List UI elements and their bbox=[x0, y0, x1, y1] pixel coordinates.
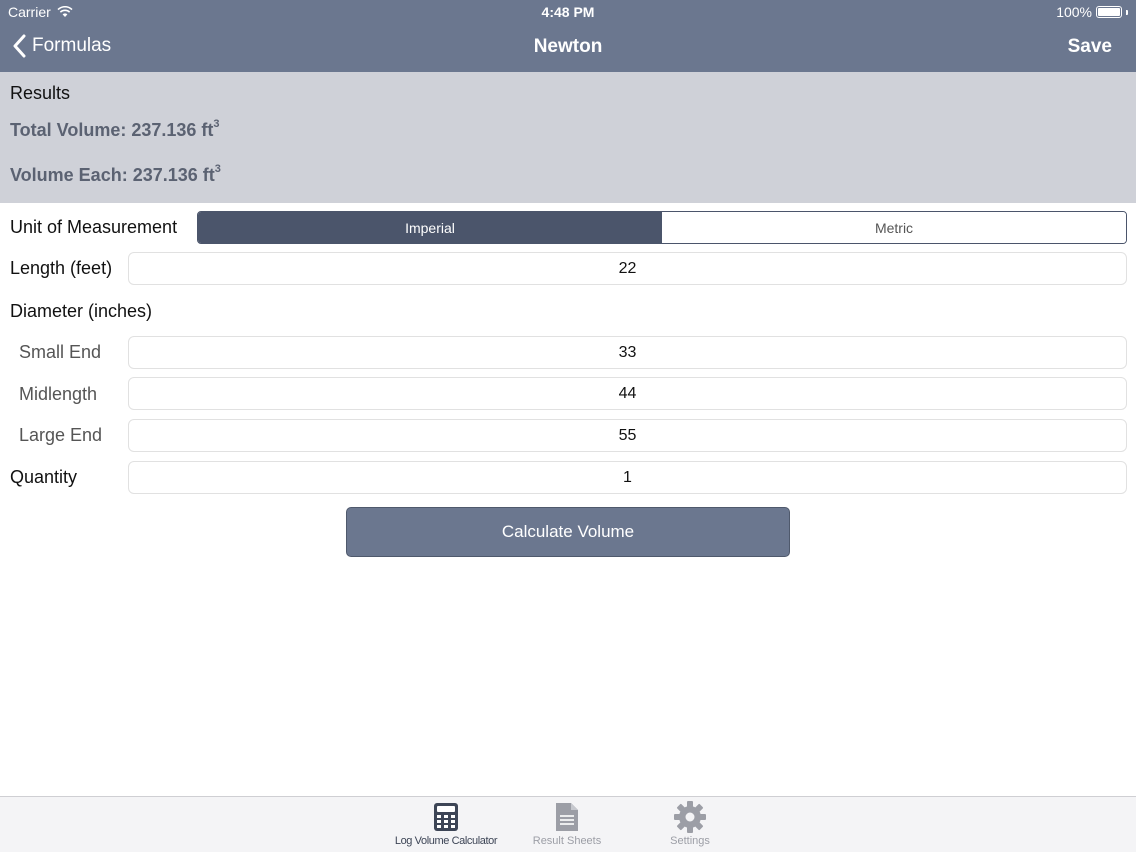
calculator-icon bbox=[433, 801, 459, 833]
tab-result-sheets[interactable]: Result Sheets bbox=[527, 797, 607, 852]
status-bar: Carrier 4:48 PM 100% bbox=[0, 0, 1136, 24]
segment-metric[interactable]: Metric bbox=[662, 212, 1126, 243]
tab-label: Result Sheets bbox=[532, 835, 602, 847]
calculate-volume-button[interactable]: Calculate Volume bbox=[346, 507, 790, 557]
battery-tip bbox=[1126, 9, 1128, 15]
small-end-label: Small End bbox=[19, 342, 102, 362]
document-icon bbox=[554, 801, 580, 833]
total-volume: Total Volume: 237.136 ft3 bbox=[10, 118, 220, 141]
volume-each-exponent: 3 bbox=[214, 163, 221, 175]
tab-label: Log Volume Calculator bbox=[394, 835, 498, 847]
unit-label: Unit of Measurement bbox=[10, 217, 178, 237]
tab-label: Settings bbox=[670, 835, 710, 847]
large-end-label: Large End bbox=[19, 425, 103, 445]
gear-icon bbox=[673, 801, 707, 833]
tab-bar: Log Volume Calculator Result Sheets Sett… bbox=[0, 796, 1136, 852]
battery-percent: 100% bbox=[1056, 4, 1092, 20]
midlength-input[interactable]: 44 bbox=[128, 377, 1127, 410]
back-button[interactable]: Formulas bbox=[12, 34, 111, 58]
segment-imperial[interactable]: Imperial bbox=[198, 212, 662, 243]
results-panel: Results Total Volume: 237.136 ft3 Volume… bbox=[0, 72, 1136, 203]
top-bar: Carrier 4:48 PM 100% Formulas Newton Sav… bbox=[0, 0, 1136, 72]
quantity-input[interactable]: 1 bbox=[128, 461, 1127, 494]
results-heading: Results bbox=[10, 83, 71, 103]
total-volume-exponent: 3 bbox=[213, 118, 220, 130]
battery-icon bbox=[1096, 6, 1122, 18]
length-input[interactable]: 22 bbox=[128, 252, 1127, 285]
length-label: Length (feet) bbox=[10, 258, 113, 278]
save-button[interactable]: Save bbox=[1068, 36, 1112, 58]
chevron-left-icon bbox=[13, 34, 26, 58]
midlength-label: Midlength bbox=[19, 384, 98, 404]
unit-segmented-control: Imperial Metric bbox=[197, 211, 1127, 244]
battery-indicator: 100% bbox=[1056, 4, 1128, 20]
tab-settings[interactable]: Settings bbox=[655, 797, 725, 852]
diameter-label: Diameter (inches) bbox=[10, 301, 153, 321]
volume-each: Volume Each: 237.136 ft3 bbox=[10, 163, 221, 186]
quantity-label: Quantity bbox=[10, 467, 78, 487]
navigation-bar: Formulas Newton Save bbox=[0, 26, 1136, 70]
tab-log-volume-calculator[interactable]: Log Volume Calculator bbox=[394, 797, 498, 852]
page-title: Newton bbox=[533, 36, 603, 57]
total-volume-text: Total Volume: 237.136 ft bbox=[10, 120, 214, 140]
small-end-input[interactable]: 33 bbox=[128, 336, 1127, 369]
back-button-label: Formulas bbox=[32, 35, 112, 56]
large-end-input[interactable]: 55 bbox=[128, 419, 1127, 452]
volume-each-text: Volume Each: 237.136 ft bbox=[10, 165, 215, 185]
status-time: 4:48 PM bbox=[541, 4, 595, 20]
